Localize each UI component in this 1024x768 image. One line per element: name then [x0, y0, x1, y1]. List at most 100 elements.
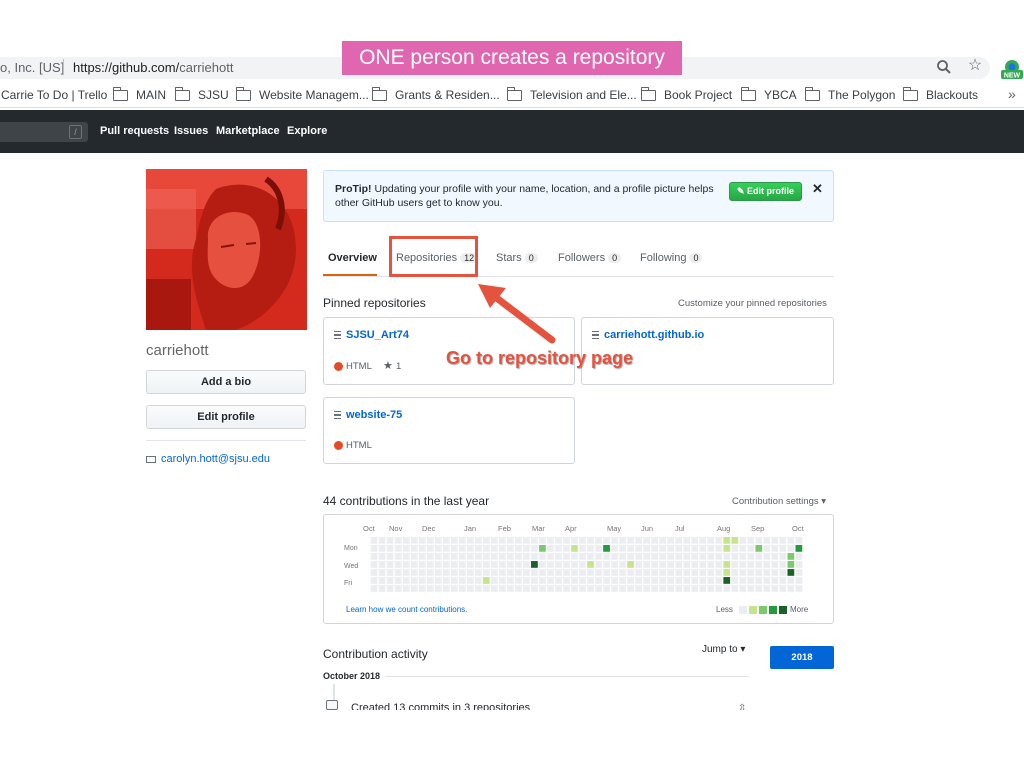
- contribution-day-cell[interactable]: [498, 569, 506, 576]
- contribution-day-cell[interactable]: [370, 585, 378, 592]
- contribution-day-cell[interactable]: [587, 561, 594, 568]
- contribution-day-cell[interactable]: [531, 537, 538, 544]
- repo-link[interactable]: carriehott.github.io: [604, 329, 704, 341]
- contribution-day-cell[interactable]: [691, 553, 699, 560]
- contribution-day-cell[interactable]: [659, 553, 667, 560]
- contribution-day-cell[interactable]: [691, 569, 699, 576]
- contribution-day-cell[interactable]: [386, 545, 394, 552]
- jump-to-dropdown[interactable]: Jump to ▾: [702, 644, 745, 655]
- contribution-day-cell[interactable]: [779, 585, 787, 592]
- contribution-day-cell[interactable]: [795, 561, 803, 568]
- contribution-day-cell[interactable]: [731, 561, 739, 568]
- contribution-day-cell[interactable]: [787, 553, 795, 560]
- contribution-day-cell[interactable]: [611, 561, 618, 568]
- repo-link[interactable]: SJSU_Art74: [346, 329, 409, 341]
- contribution-day-cell[interactable]: [418, 577, 426, 584]
- contribution-day-cell[interactable]: [539, 561, 546, 568]
- contribution-day-cell[interactable]: [603, 545, 610, 552]
- contribution-day-cell[interactable]: [370, 569, 378, 576]
- contribution-day-cell[interactable]: [619, 569, 626, 576]
- contribution-day-cell[interactable]: [723, 585, 731, 592]
- contribution-day-cell[interactable]: [523, 537, 530, 544]
- contribution-day-cell[interactable]: [619, 553, 626, 560]
- contribution-day-cell[interactable]: [426, 561, 434, 568]
- contribution-day-cell[interactable]: [490, 577, 498, 584]
- contribution-day-cell[interactable]: [795, 569, 803, 576]
- contribution-day-cell[interactable]: [370, 537, 378, 544]
- contribution-day-cell[interactable]: [747, 585, 755, 592]
- contribution-day-cell[interactable]: [474, 545, 482, 552]
- contribution-day-cell[interactable]: [386, 553, 394, 560]
- contribution-day-cell[interactable]: [515, 561, 522, 568]
- contribution-day-cell[interactable]: [386, 561, 394, 568]
- contribution-day-cell[interactable]: [490, 561, 498, 568]
- contribution-day-cell[interactable]: [563, 585, 570, 592]
- contribution-day-cell[interactable]: [410, 569, 418, 576]
- contribution-day-cell[interactable]: [795, 585, 803, 592]
- contribution-day-cell[interactable]: [498, 553, 506, 560]
- contribution-day-cell[interactable]: [539, 553, 546, 560]
- contribution-day-cell[interactable]: [707, 545, 715, 552]
- contribution-day-cell[interactable]: [723, 577, 731, 584]
- contribution-day-cell[interactable]: [731, 569, 739, 576]
- contribution-day-cell[interactable]: [531, 569, 538, 576]
- contribution-day-cell[interactable]: [466, 585, 474, 592]
- contribution-day-cell[interactable]: [635, 585, 642, 592]
- contribution-day-cell[interactable]: [667, 553, 675, 560]
- contribution-day-cell[interactable]: [442, 569, 450, 576]
- contribution-day-cell[interactable]: [723, 553, 731, 560]
- contribution-day-cell[interactable]: [482, 537, 490, 544]
- contribution-day-cell[interactable]: [523, 585, 530, 592]
- contribution-day-cell[interactable]: [659, 561, 667, 568]
- contribution-day-cell[interactable]: [643, 553, 650, 560]
- contribution-day-cell[interactable]: [779, 553, 787, 560]
- contribution-day-cell[interactable]: [370, 577, 378, 584]
- contribution-day-cell[interactable]: [523, 561, 530, 568]
- bookmark-folder-ybca[interactable]: YBCA: [740, 86, 797, 102]
- contribution-day-cell[interactable]: [378, 553, 386, 560]
- contribution-day-cell[interactable]: [595, 545, 602, 552]
- contribution-day-cell[interactable]: [458, 537, 466, 544]
- contribution-day-cell[interactable]: [795, 553, 803, 560]
- contribution-day-cell[interactable]: [643, 585, 650, 592]
- contribution-day-cell[interactable]: [587, 577, 594, 584]
- contribution-day-cell[interactable]: [386, 537, 394, 544]
- contribution-day-cell[interactable]: [691, 577, 699, 584]
- contribution-day-cell[interactable]: [523, 553, 530, 560]
- contribution-day-cell[interactable]: [547, 585, 554, 592]
- contribution-day-cell[interactable]: [747, 553, 755, 560]
- contribution-day-cell[interactable]: [378, 569, 386, 576]
- contribution-day-cell[interactable]: [410, 561, 418, 568]
- contribution-day-cell[interactable]: [683, 545, 691, 552]
- contribution-day-cell[interactable]: [659, 537, 667, 544]
- contribution-day-cell[interactable]: [699, 561, 707, 568]
- nav-explore[interactable]: Explore: [287, 125, 327, 137]
- contribution-day-cell[interactable]: [715, 569, 723, 576]
- contribution-day-cell[interactable]: [506, 545, 514, 552]
- contribution-day-cell[interactable]: [434, 553, 442, 560]
- contribution-day-cell[interactable]: [651, 545, 658, 552]
- contribution-day-cell[interactable]: [603, 569, 610, 576]
- contribution-day-cell[interactable]: [434, 561, 442, 568]
- contribution-day-cell[interactable]: [571, 545, 578, 552]
- contribution-day-cell[interactable]: [458, 585, 466, 592]
- contribution-day-cell[interactable]: [506, 585, 514, 592]
- contribution-day-cell[interactable]: [402, 561, 410, 568]
- contribution-day-cell[interactable]: [779, 545, 787, 552]
- contribution-day-cell[interactable]: [627, 585, 634, 592]
- contribution-settings-dropdown[interactable]: Contribution settings ▾: [732, 496, 826, 507]
- contribution-day-cell[interactable]: [747, 561, 755, 568]
- contribution-day-cell[interactable]: [675, 561, 683, 568]
- contribution-day-cell[interactable]: [434, 537, 442, 544]
- contribution-day-cell[interactable]: [378, 585, 386, 592]
- contribution-day-cell[interactable]: [675, 585, 683, 592]
- contribution-day-cell[interactable]: [787, 561, 795, 568]
- contribution-day-cell[interactable]: [763, 537, 771, 544]
- contribution-day-cell[interactable]: [619, 537, 626, 544]
- contribution-day-cell[interactable]: [466, 537, 474, 544]
- nav-pull-requests[interactable]: Pull requests: [100, 125, 169, 137]
- contribution-day-cell[interactable]: [643, 545, 650, 552]
- contribution-day-cell[interactable]: [402, 545, 410, 552]
- contribution-day-cell[interactable]: [523, 545, 530, 552]
- site-identity[interactable]: o, Inc. [US]: [0, 60, 64, 75]
